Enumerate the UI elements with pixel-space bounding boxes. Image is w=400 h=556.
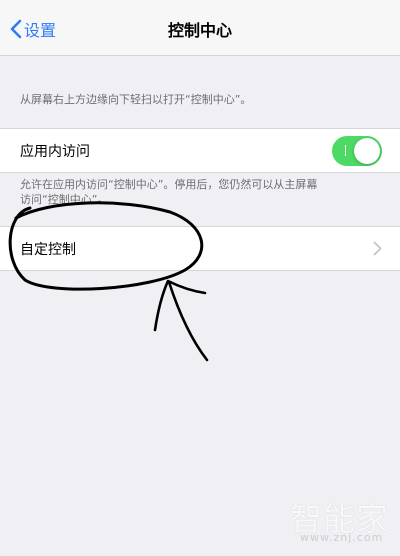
navigation-bar: 设置 控制中心 — [0, 0, 400, 56]
hand-drawn-annotation — [8, 201, 209, 362]
hand-drawn-arrow-head — [153, 279, 207, 332]
toggle-knob — [354, 138, 380, 164]
in-app-access-hint-line1: 允许在应用内访问“控制中心”。停用后，您仍然可以从主屏幕 — [20, 178, 318, 191]
page-title: 控制中心 — [167, 21, 232, 40]
in-app-access-row: 应用内访问 — [0, 128, 400, 173]
chevron-right-icon — [373, 241, 382, 256]
in-app-access-toggle[interactable] — [332, 136, 382, 166]
hand-drawn-arrow-shaft — [167, 280, 209, 362]
in-app-access-hint-line2: 访问“控制中心”。 — [20, 193, 109, 206]
customize-controls-label: 自定控制 — [20, 242, 76, 258]
watermark-url: www.znj.com — [300, 531, 384, 544]
in-app-access-label: 应用内访问 — [20, 144, 90, 160]
toggle-on-mark — [345, 145, 346, 156]
swipe-hint-text: 从屏幕右上方边缘向下轻扫以打开“控制中心”。 — [20, 93, 252, 106]
customize-controls-row[interactable]: 自定控制 — [0, 226, 400, 271]
